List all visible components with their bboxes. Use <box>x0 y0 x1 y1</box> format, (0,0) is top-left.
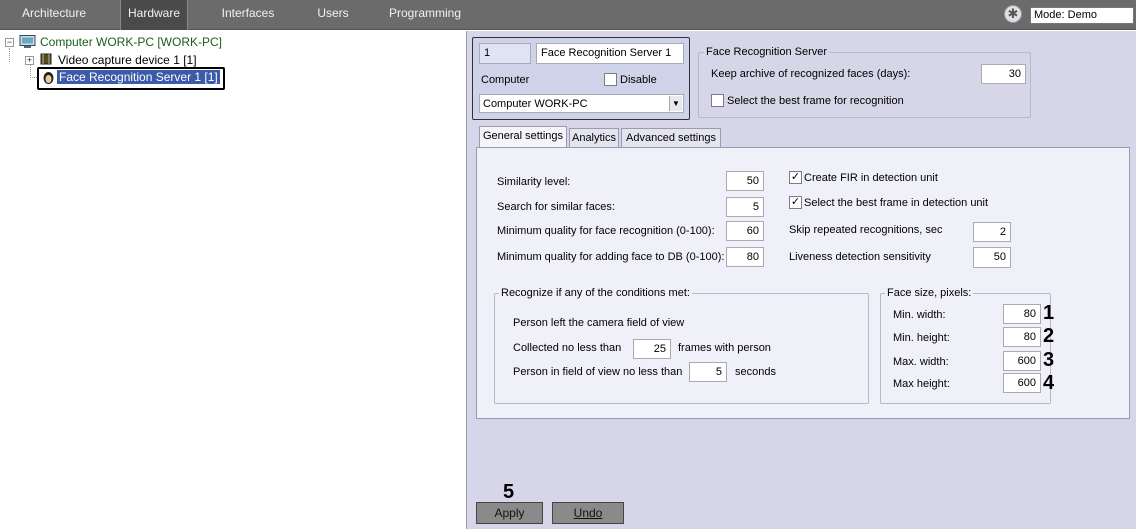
liveness-input[interactable]: 50 <box>973 247 1011 268</box>
frs-group-title: Face Recognition Server <box>704 45 830 59</box>
undo-button[interactable]: Undo <box>552 502 624 524</box>
min-height-input[interactable]: 80 <box>1003 327 1041 347</box>
tab-architecture[interactable]: Architecture <box>0 0 108 30</box>
callout-4: 4 <box>1043 372 1055 394</box>
frs-group <box>698 52 1031 118</box>
mode-selector[interactable]: Mode: Demo <box>1030 7 1134 24</box>
similarity-label: Similarity level: <box>497 176 571 188</box>
min-quality-db-label: Minimum quality for adding face to DB (0… <box>497 251 725 263</box>
max-height-label: Max height: <box>893 378 950 390</box>
hardware-tree: − Computer WORK-PC [WORK-PC] + Video cap… <box>0 31 466 529</box>
top-navigation-bar: Architecture Hardware Interfaces Users P… <box>0 0 1136 30</box>
callout-2: 2 <box>1043 325 1055 347</box>
liveness-label: Liveness detection sensitivity <box>789 251 931 263</box>
max-width-label: Max. width: <box>893 356 949 368</box>
tab-programming[interactable]: Programming <box>382 0 468 30</box>
max-height-input[interactable]: 600 <box>1003 373 1041 393</box>
apply-button[interactable]: Apply <box>476 502 543 524</box>
computer-dropdown-value: Computer WORK-PC <box>483 98 588 110</box>
disable-checkbox[interactable] <box>604 73 617 86</box>
best-frame-checkbox[interactable] <box>711 94 724 107</box>
video-capture-icon <box>40 53 53 66</box>
archive-days-label: Keep archive of recognized faces (days): <box>711 68 911 80</box>
search-label: Search for similar faces: <box>497 201 615 213</box>
in-field-seconds-input[interactable]: 5 <box>689 362 727 382</box>
seconds-label: seconds <box>735 366 776 378</box>
tree-node-computer[interactable]: Computer WORK-PC [WORK-PC] <box>40 35 222 49</box>
callout-1: 1 <box>1043 302 1055 324</box>
skip-repeated-input[interactable]: 2 <box>973 222 1011 242</box>
tab-hardware[interactable]: Hardware <box>120 0 188 30</box>
min-height-label: Min. height: <box>893 332 950 344</box>
highlight-frame <box>37 67 225 90</box>
collected-label: Collected no less than <box>513 342 622 354</box>
chevron-down-icon[interactable]: ▼ <box>669 96 682 111</box>
collected-frames-input[interactable]: 25 <box>633 339 671 359</box>
search-input[interactable]: 5 <box>726 197 764 217</box>
callout-3: 3 <box>1043 349 1055 371</box>
similarity-input[interactable]: 50 <box>726 171 764 191</box>
min-width-label: Min. width: <box>893 309 946 321</box>
disable-label: Disable <box>620 74 657 86</box>
object-name-field[interactable]: Face Recognition Server 1 <box>536 43 684 64</box>
best-frame-detection-checkbox[interactable]: ✓ <box>789 196 802 209</box>
in-field-label: Person in field of view no less than <box>513 366 683 378</box>
tab-advanced-settings[interactable]: Advanced settings <box>621 128 721 148</box>
settings-gear-icon[interactable]: ✱ <box>1004 5 1022 23</box>
computer-icon <box>19 35 37 49</box>
callout-5: 5 <box>503 481 515 503</box>
tree-node-video-capture[interactable]: Video capture device 1 [1] <box>58 53 197 67</box>
archive-days-input[interactable]: 30 <box>981 64 1026 84</box>
face-size-group-title: Face size, pixels: <box>885 286 974 300</box>
computer-label: Computer <box>481 74 530 86</box>
frames-with-person-label: frames with person <box>678 342 771 354</box>
tree-line <box>30 64 31 78</box>
recognize-group-title: Recognize if any of the conditions met: <box>499 286 692 300</box>
skip-repeated-label: Skip repeated recognitions, sec <box>789 224 943 236</box>
create-fir-checkbox[interactable]: ✓ <box>789 171 802 184</box>
person-left-label: Person left the camera field of view <box>513 317 685 329</box>
tab-analytics[interactable]: Analytics <box>569 128 619 148</box>
min-quality-db-input[interactable]: 80 <box>726 247 764 267</box>
best-frame-detection-label: Select the best frame in detection unit <box>804 197 989 209</box>
computer-dropdown[interactable]: Computer WORK-PC ▼ <box>479 94 684 113</box>
min-quality-label: Minimum quality for face recognition (0-… <box>497 225 715 237</box>
best-frame-label: Select the best frame for recognition <box>727 95 904 107</box>
min-quality-input[interactable]: 60 <box>726 221 764 241</box>
min-width-input[interactable]: 80 <box>1003 304 1041 324</box>
object-id-field[interactable]: 1 <box>479 43 531 64</box>
max-width-input[interactable]: 600 <box>1003 351 1041 371</box>
create-fir-label: Create FIR in detection unit <box>804 172 938 184</box>
tree-line <box>9 48 10 62</box>
collapse-icon[interactable]: − <box>5 38 14 47</box>
tab-general-settings[interactable]: General settings <box>479 126 567 149</box>
tab-users[interactable]: Users <box>305 0 361 30</box>
expand-icon[interactable]: + <box>25 56 34 65</box>
tab-interfaces[interactable]: Interfaces <box>212 0 284 30</box>
